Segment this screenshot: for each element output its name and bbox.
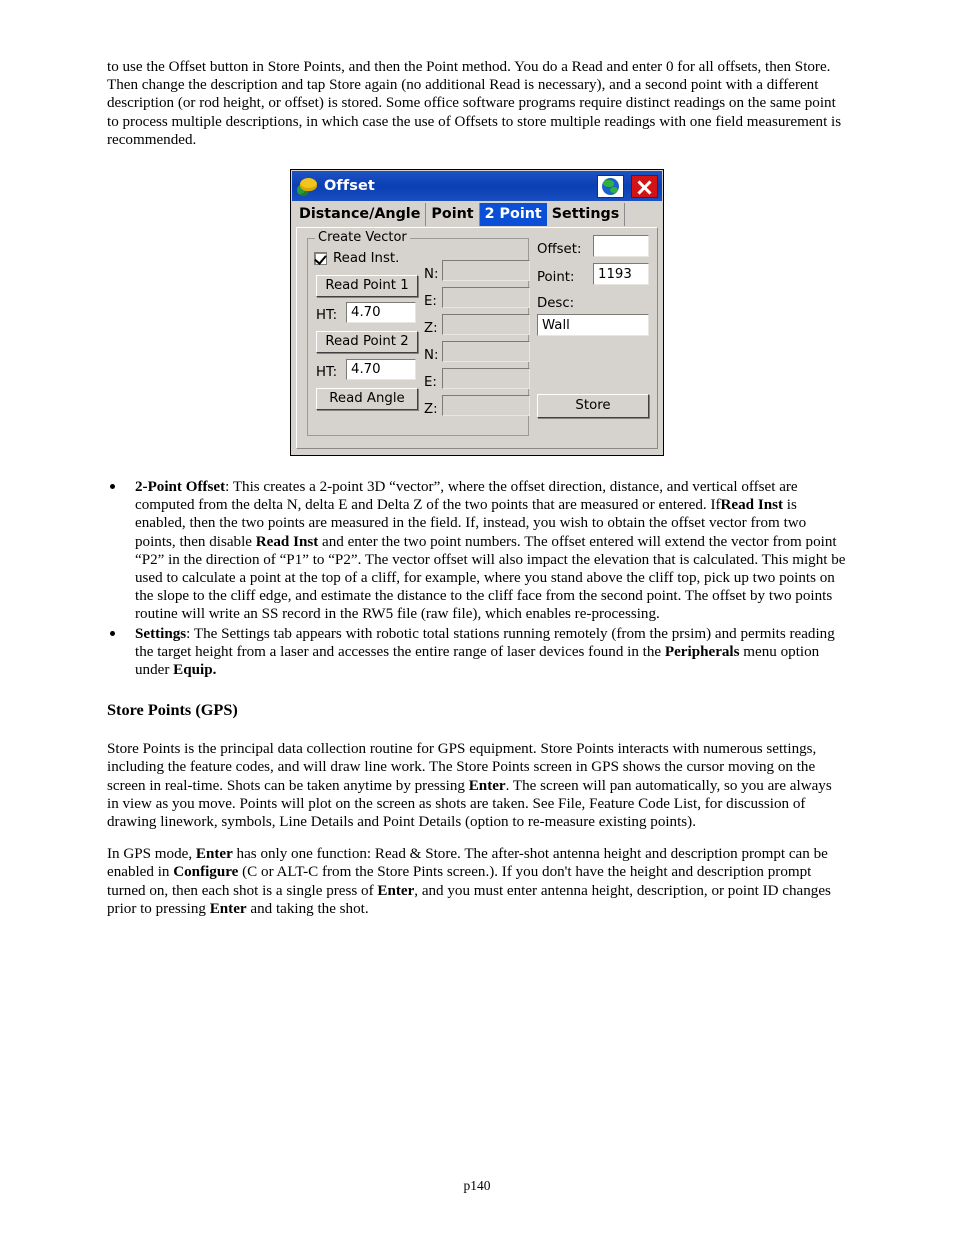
gps-p1-bold: Enter [468, 777, 506, 794]
bullet-term-2: Read Inst [720, 497, 783, 514]
point-label: Point: [537, 270, 575, 285]
bullet-term: Settings [135, 625, 187, 642]
ht-2-input[interactable]: 4.70 [346, 359, 416, 380]
dialog-tabs: Distance/Angle Point 2 Point Settings [292, 201, 662, 226]
document-content: to use the Offset button in Store Points… [107, 58, 847, 149]
desc-input[interactable]: Wall [537, 314, 649, 336]
bullet-term-3: Equip. [173, 662, 217, 679]
dialog-titlebar: Offset [292, 171, 662, 201]
dialog-client-area: Create Vector Read Inst. Read Point 1 HT… [296, 227, 658, 449]
point2-e-value [442, 368, 530, 389]
point1-e-value [442, 287, 530, 308]
point1-e-label: E: [424, 294, 437, 309]
gps-p2-a: In GPS mode, [107, 846, 196, 863]
point2-n-value [442, 341, 530, 362]
point1-z-value [442, 314, 530, 335]
store-button[interactable]: Store [537, 394, 649, 418]
page-title: Store Points (GPS) [107, 700, 238, 720]
tab-settings[interactable]: Settings [546, 203, 626, 226]
point2-z-value [442, 395, 530, 416]
offset-input[interactable] [593, 235, 649, 257]
offset-app-icon [297, 176, 318, 197]
page-footer: p140 [463, 1178, 491, 1193]
gps-paragraph-2: In GPS mode, Enter has only one function… [107, 845, 847, 918]
read-inst-label: Read Inst. [333, 251, 400, 266]
globe-icon-button[interactable] [597, 174, 624, 198]
read-angle-button[interactable]: Read Angle [316, 388, 418, 410]
globe-icon [602, 177, 619, 195]
create-vector-group: Create Vector Read Inst. Read Point 1 HT… [307, 230, 530, 436]
titlebar-buttons [597, 174, 658, 198]
intro-paragraph: to use the Offset button in Store Points… [107, 59, 842, 148]
bullet-dot [110, 484, 115, 489]
point1-n-value [442, 260, 530, 281]
gps-p2-bold-4: Enter [209, 900, 247, 917]
point1-n-label: N: [424, 267, 439, 282]
bullet-term: 2-Point Offset [135, 479, 226, 495]
bullet-term-2: Peripherals [664, 643, 740, 660]
document-content-lower: 2-Point Offset: This creates a 2-point 3… [107, 478, 847, 918]
list-item: 2-Point Offset: This creates a 2-point 3… [107, 478, 847, 624]
ht-1-input[interactable]: 4.70 [346, 302, 416, 323]
ht-2-label: HT: [316, 365, 338, 380]
bullet-term-3: Read Inst [255, 533, 319, 550]
read-point-1-button[interactable]: Read Point 1 [316, 275, 418, 297]
tab-distance-angle[interactable]: Distance/Angle [294, 203, 427, 226]
offset-bullet-list: 2-Point Offset: This creates a 2-point 3… [107, 478, 847, 679]
tab-point[interactable]: Point [426, 203, 480, 226]
gps-p2-bold-3: Enter [377, 882, 415, 899]
point-input[interactable]: 1193 [593, 263, 649, 285]
create-vector-label: Create Vector [315, 230, 410, 245]
point2-z-label: Z: [424, 402, 438, 417]
bullet-dot [110, 630, 115, 636]
list-item: Settings: The Settings tab appears with … [107, 625, 847, 680]
tab-2-point[interactable]: 2 Point [479, 203, 547, 226]
point2-e-label: E: [424, 375, 437, 390]
gps-p2-bold-2: Configure [173, 864, 239, 881]
read-point-2-button[interactable]: Read Point 2 [316, 331, 418, 353]
ht-1-label: HT: [316, 308, 338, 323]
offset-label: Offset: [537, 242, 582, 257]
gps-paragraph-1: Store Points is the principal data colle… [107, 740, 847, 831]
gps-p2-bold-1: Enter [195, 846, 233, 863]
read-inst-checkbox-row[interactable]: Read Inst. [314, 251, 399, 266]
read-inst-checkbox[interactable] [314, 252, 327, 265]
bullet-text: : This creates a 2-point 3D “vector”, wh… [135, 479, 798, 514]
dialog-title: Offset [324, 178, 375, 194]
point1-z-label: Z: [424, 321, 438, 336]
close-button[interactable] [631, 174, 658, 198]
document-page: to use the Offset button in Store Points… [0, 0, 954, 1235]
desc-label: Desc: [537, 296, 575, 311]
gps-p2-e: and taking the shot. [246, 900, 369, 917]
offset-dialog: Offset Distance/Angle Point 2 Point Sett… [290, 169, 664, 456]
point2-n-label: N: [424, 348, 439, 363]
